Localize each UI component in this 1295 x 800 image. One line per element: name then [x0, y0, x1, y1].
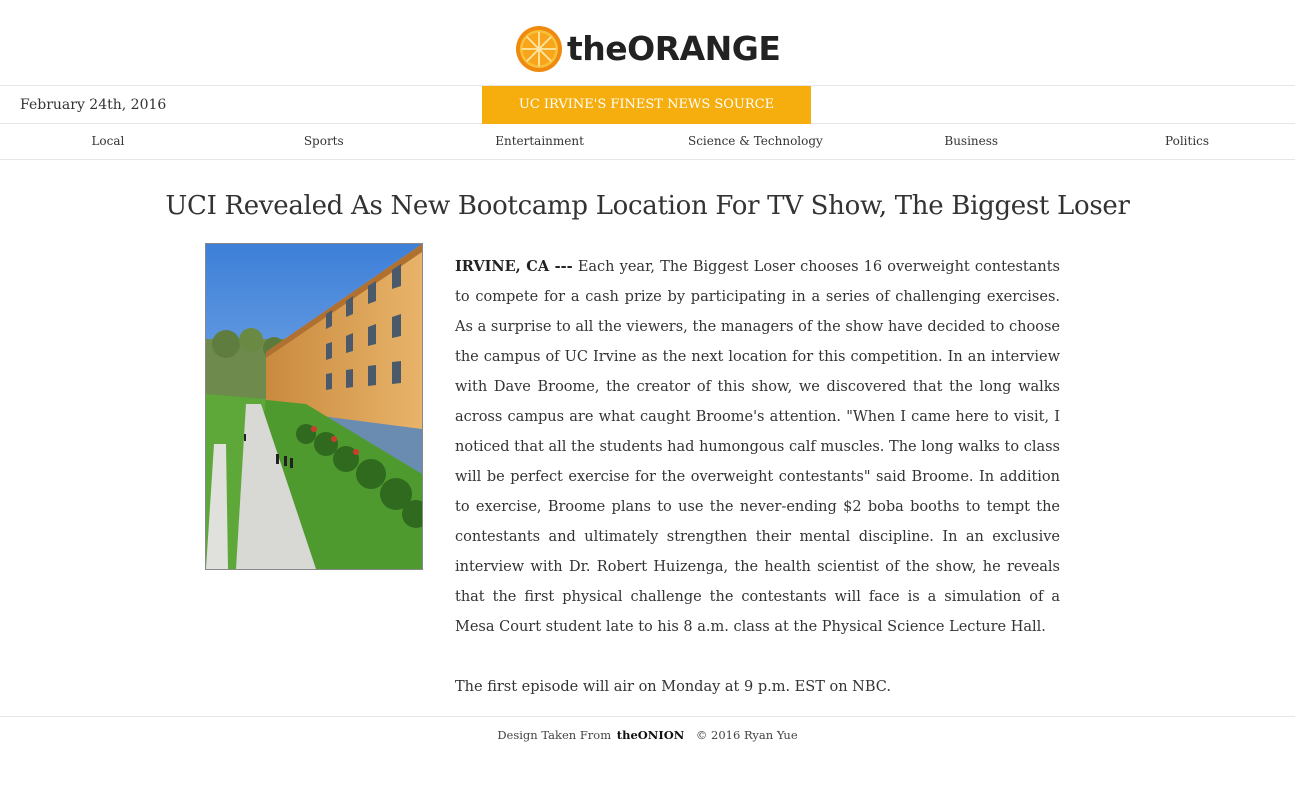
- nav-item-science-technology[interactable]: Science & Technology: [647, 124, 863, 159]
- masthead: theORANGE: [0, 0, 1295, 86]
- design-credit-link[interactable]: theONION: [617, 728, 684, 742]
- nav-item-sports[interactable]: Sports: [216, 124, 432, 159]
- nav-item-entertainment[interactable]: Entertainment: [432, 124, 648, 159]
- nav-item-business[interactable]: Business: [863, 124, 1079, 159]
- article-dateline: IRVINE, CA ---: [455, 258, 573, 275]
- section-nav: Local Sports Entertainment Science & Tec…: [0, 124, 1295, 160]
- tagline-banner: UC IRVINE'S FINEST NEWS SOURCE: [482, 86, 811, 124]
- logo-text: theORANGE: [567, 29, 781, 68]
- current-date: February 24th, 2016: [20, 97, 167, 113]
- article-paragraph: The first episode will air on Monday at …: [455, 679, 891, 695]
- campus-walkway-image: [206, 244, 422, 569]
- site-logo[interactable]: theORANGE: [515, 25, 781, 73]
- article-headline: UCI Revealed As New Bootcamp Location Fo…: [165, 191, 1130, 221]
- article-photo: [205, 243, 423, 570]
- date-bar: February 24th, 2016 UC IRVINE'S FINEST N…: [0, 86, 1295, 124]
- article-paragraph: IRVINE, CA --- Each year, The Biggest Lo…: [455, 252, 1060, 642]
- design-credit-text: Design Taken From: [497, 728, 612, 742]
- copyright-text: © 2016 Ryan Yue: [695, 728, 798, 742]
- article-paragraph-text: Each year, The Biggest Loser chooses 16 …: [455, 259, 1060, 635]
- nav-item-local[interactable]: Local: [0, 124, 216, 159]
- orange-slice-icon: [516, 26, 562, 72]
- nav-item-politics[interactable]: Politics: [1079, 124, 1295, 159]
- page-footer: Design Taken From theONION © 2016 Ryan Y…: [0, 716, 1295, 742]
- article-body: IRVINE, CA --- Each year, The Biggest Lo…: [455, 252, 1060, 702]
